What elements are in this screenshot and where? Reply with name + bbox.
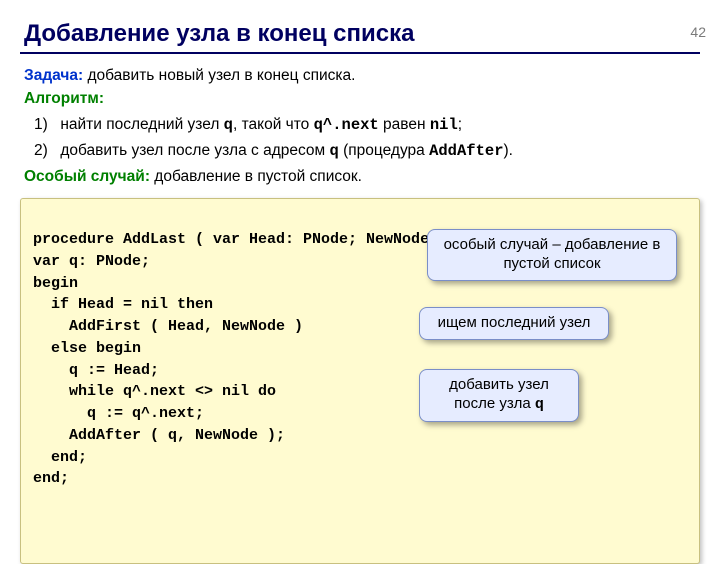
code-l09: q := q^.next;: [33, 405, 204, 422]
page-title: Добавление узла в конец списка: [24, 20, 720, 48]
task-label: Задача:: [24, 67, 83, 84]
content-body: Задача: добавить новый узел в конец спис…: [0, 64, 720, 188]
code-l11: end;: [33, 449, 87, 466]
step1-nil: nil: [430, 116, 458, 134]
step1-b: , такой что: [233, 116, 314, 133]
step1-a: найти последний узел: [60, 116, 223, 133]
step-2: 2) добавить узел после узла с адресом q …: [34, 139, 696, 163]
page-number: 42: [690, 24, 706, 40]
step2-b: (процедура: [339, 142, 429, 159]
task-line: Задача: добавить новый узел в конец спис…: [24, 64, 696, 87]
step1-q: q: [224, 116, 233, 134]
code-l02: var q: PNode;: [33, 253, 150, 270]
code-l06: else begin: [33, 340, 141, 357]
task-text: добавить новый узел в конец списка.: [83, 67, 355, 84]
code-l08: while q^.next <> nil do: [33, 383, 276, 400]
step1-c: равен: [379, 116, 430, 133]
special-line: Особый случай: добавление в пустой списо…: [24, 165, 696, 188]
step2-a: добавить узел после узла с адресом: [60, 142, 329, 159]
code-l03: begin: [33, 275, 78, 292]
callout-special-case: особый случай – добавление в пустой спис…: [427, 229, 677, 281]
code-l12: end;: [33, 470, 69, 487]
step-1: 1) найти последний узел q, такой что q^.…: [34, 113, 696, 137]
code-l05: AddFirst ( Head, NewNode ): [33, 318, 303, 335]
code-l10: AddAfter ( q, NewNode );: [33, 427, 285, 444]
step2-proc: AddAfter: [429, 142, 503, 160]
step2-c: ).: [504, 142, 513, 159]
special-text: добавление в пустой список.: [150, 168, 362, 185]
step2-num: 2): [34, 139, 56, 162]
step1-num: 1): [34, 113, 56, 136]
step2-q: q: [330, 142, 339, 160]
callout-add-after: добавить узел после узла q: [419, 369, 579, 422]
callout-find-last: ищем последний узел: [419, 307, 609, 340]
callout-c3q: q: [535, 396, 544, 413]
code-l04: if Head = nil then: [33, 296, 213, 313]
special-label: Особый случай:: [24, 168, 150, 185]
title-rule: [20, 52, 700, 54]
algo-label: Алгоритм:: [24, 87, 696, 110]
step1-d: ;: [458, 116, 462, 133]
step1-expr: q^.next: [314, 116, 379, 134]
code-l07: q := Head;: [33, 362, 159, 379]
code-block: procedure AddLast ( var Head: PNode; New…: [20, 198, 700, 564]
